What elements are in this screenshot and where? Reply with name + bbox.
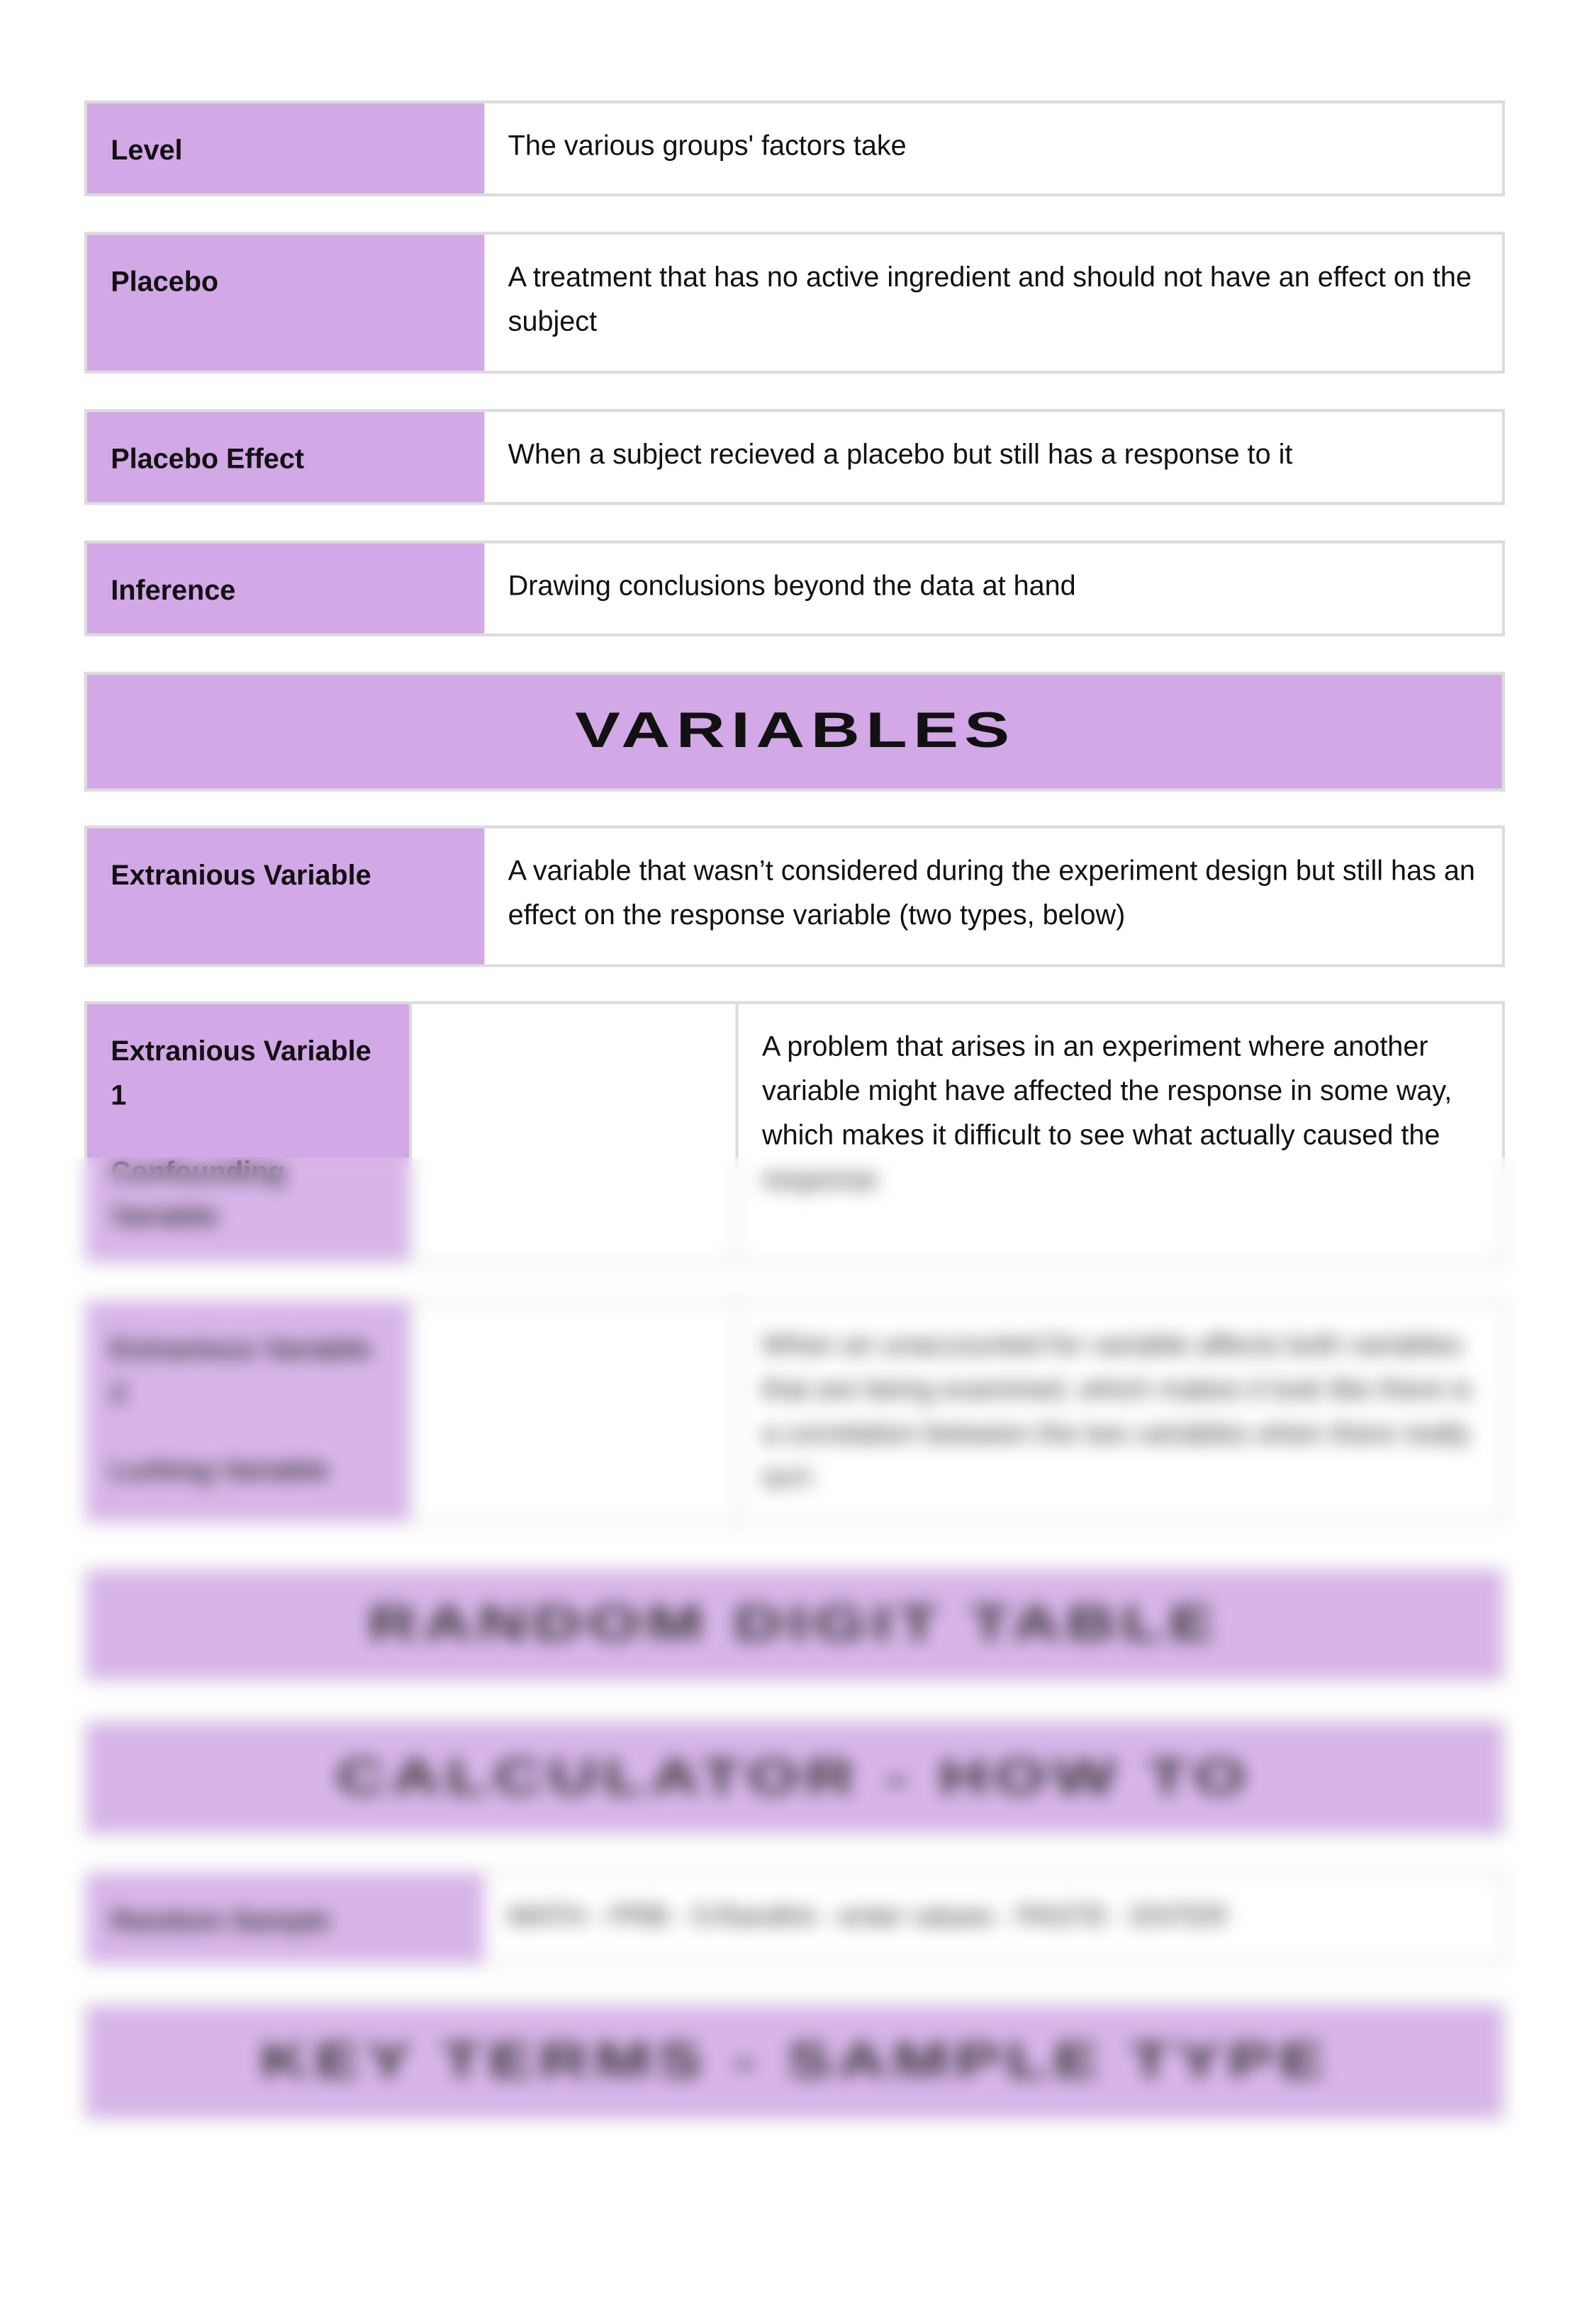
term-title: Extranious Variable 1: [111, 1036, 371, 1112]
term-label: Placebo: [86, 235, 485, 371]
term-label: Inference: [86, 543, 485, 634]
term-definition: Drawing conclusions beyond the data at h…: [508, 571, 1076, 602]
term-label: Placebo Effect: [86, 412, 485, 503]
term-row-placebo: Placebo A treatment that has no active i…: [84, 232, 1505, 374]
term-row-extranious-variable: Extranious Variable A variable that wasn…: [84, 825, 1505, 967]
study-sheet: Level The various groups' factors take P…: [0, 0, 1595, 2324]
section-heading-variables: VARIABLES: [84, 671, 1505, 792]
term-definition: The various groups' factors take: [508, 131, 907, 163]
term-label: Extranious Variable: [86, 828, 485, 965]
term-definition: A variable that wasn’t considered during…: [508, 856, 1475, 932]
term-label: Level: [86, 103, 485, 193]
term-definition: When a subject recieved a placebo but st…: [508, 439, 1293, 471]
heading-text: VARIABLES: [574, 702, 1015, 759]
term-row-level: Level The various groups' factors take: [84, 100, 1505, 197]
term-definition: A treatment that has no active ingredien…: [508, 262, 1472, 339]
blur-overlay: [0, 1157, 1595, 2324]
term-row-placebo-effect: Placebo Effect When a subject recieved a…: [84, 409, 1505, 505]
term-row-inference: Inference Drawing conclusions beyond the…: [84, 540, 1505, 636]
